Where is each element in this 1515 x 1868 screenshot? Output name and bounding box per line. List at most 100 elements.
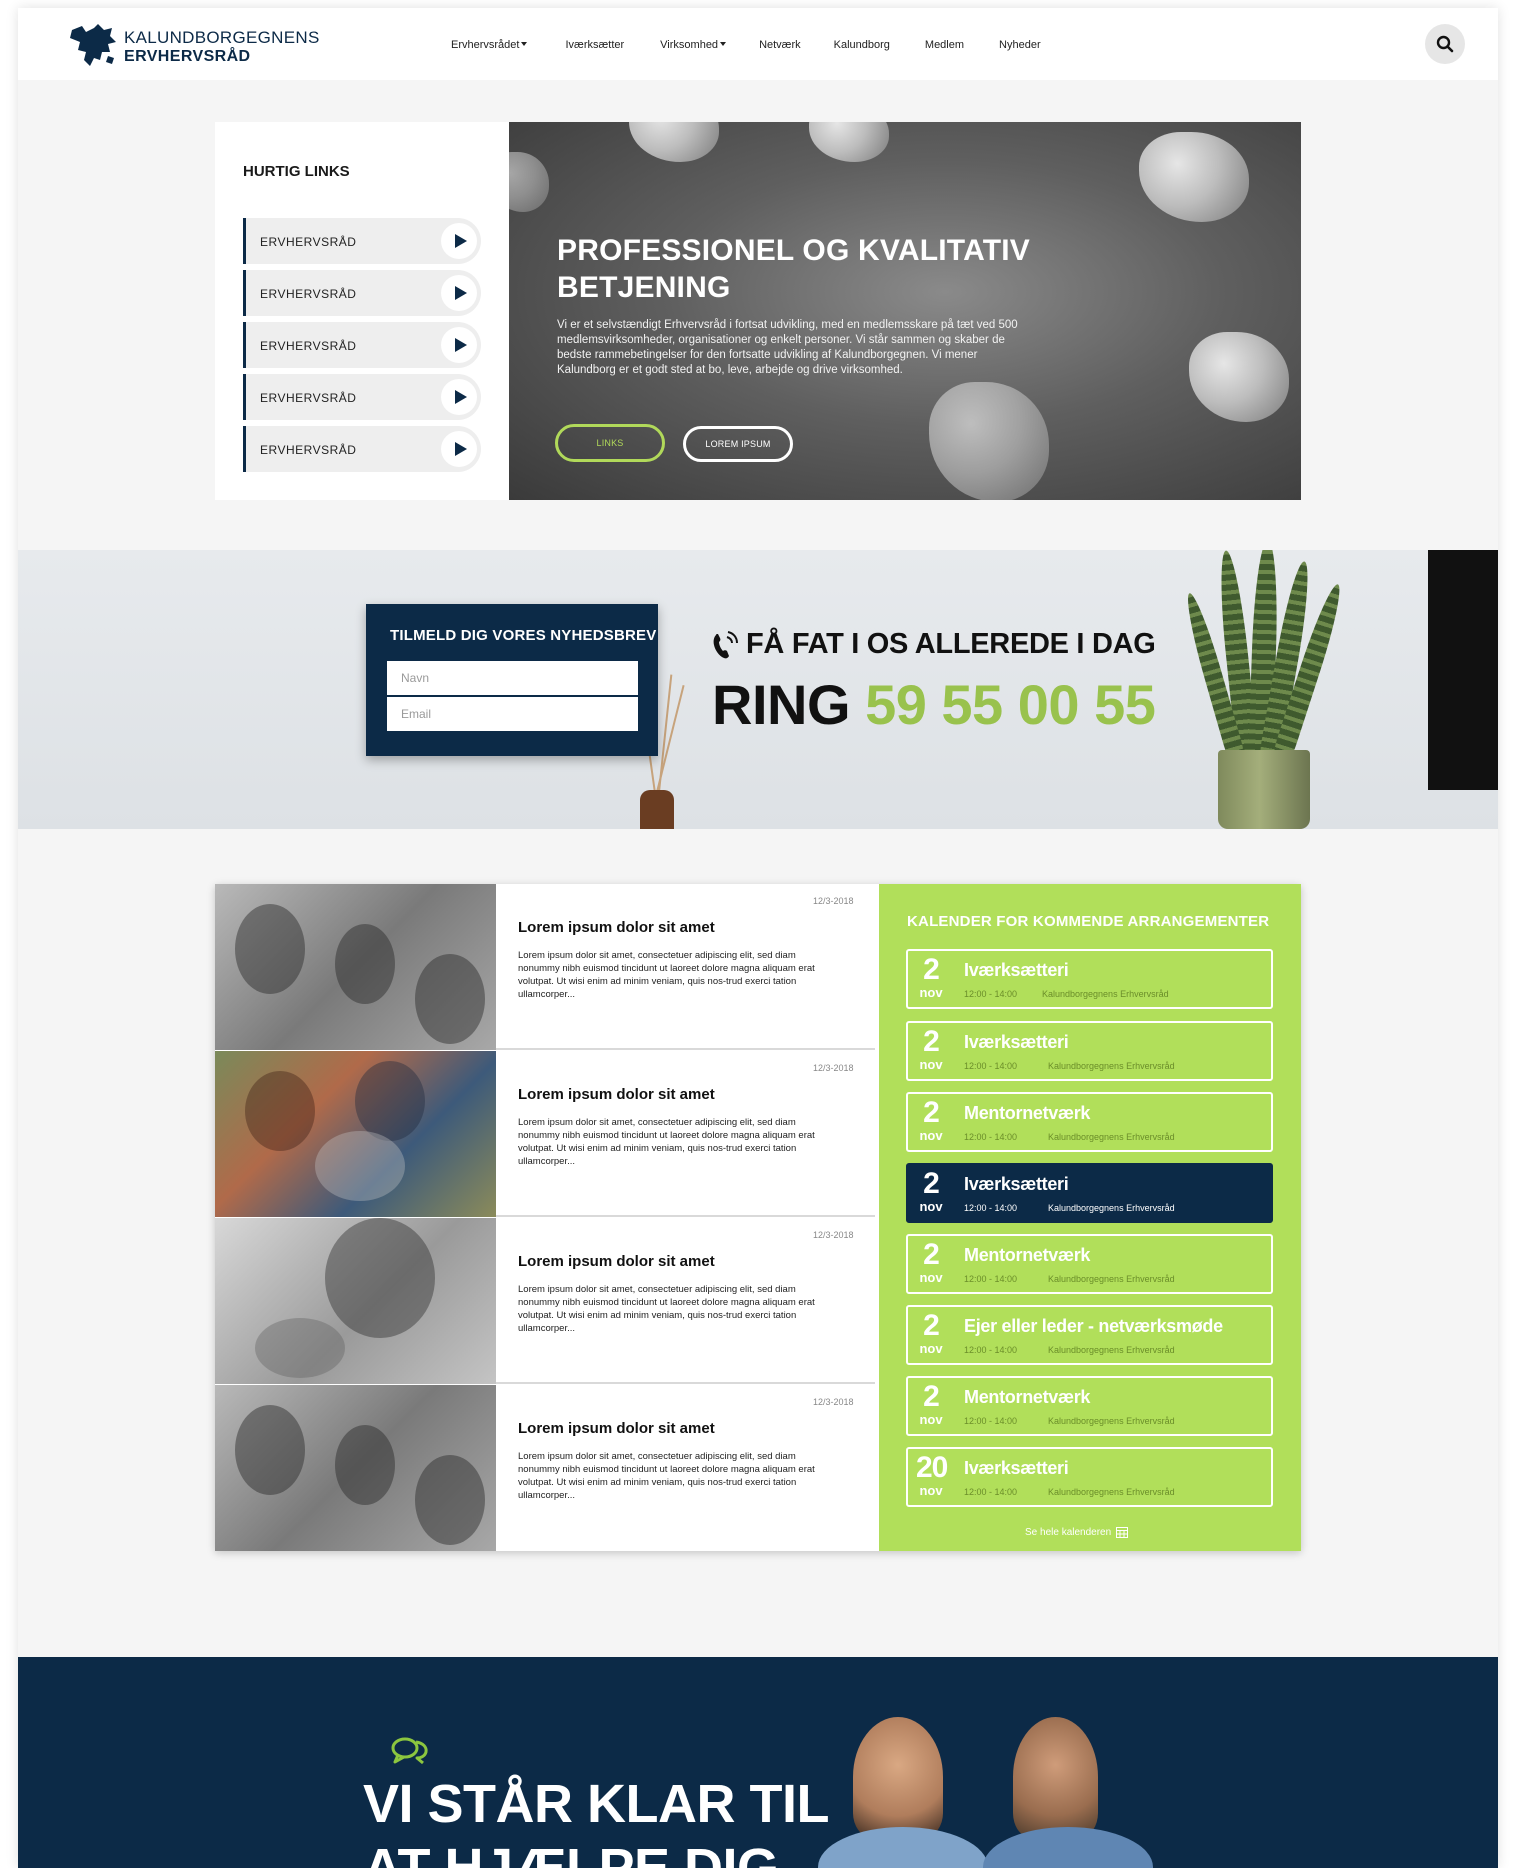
event-day: 2 [923, 1167, 940, 1200]
quick-link-label: ERVHERVSRÅD [260, 287, 357, 301]
calendar-event[interactable]: 2 nov Iværksætteri 12:00 - 14:00 Kalundb… [906, 1021, 1273, 1081]
event-month: nov [919, 1057, 943, 1072]
event-time: 12:00 - 14:00 [964, 1416, 1018, 1426]
calendar-event[interactable]: 2 nov Iværksætteri 12:00 - 14:00 Kalundb… [906, 949, 1273, 1009]
news-item[interactable]: 12/3-2018 Lorem ipsum dolor sit amet Lor… [215, 1051, 875, 1217]
event-day: 2 [923, 1096, 940, 1129]
phone-number[interactable]: RING 59 55 00 55 [712, 672, 1156, 737]
quick-link-item[interactable]: ERVHERVSRÅD [243, 218, 481, 264]
quick-link-item[interactable]: ERVHERVSRÅD [243, 270, 481, 316]
event-name: Iværksætteri [964, 1174, 1069, 1194]
main-nav: Ervhervsrådet Iværksætter Virksomhed Net… [451, 39, 1041, 51]
nav-item-medlem[interactable]: Medlem [925, 39, 964, 51]
event-organizer: Kalundborgegnens Erhvervsråd [1048, 1416, 1175, 1426]
event-day: 20 [916, 1451, 948, 1484]
event-organizer: Kalundborgegnens Erhvervsråd [1048, 1345, 1175, 1355]
quick-links-title: HURTIG LINKS [243, 163, 350, 180]
nav-item-nyheder[interactable]: Nyheder [999, 39, 1041, 51]
news-date: 12/3-2018 [813, 896, 854, 906]
nav-item-netvaerk[interactable]: Netværk [759, 39, 801, 51]
nav-item-virksomhed[interactable]: Virksomhed [660, 39, 727, 51]
event-name: Iværksætteri [964, 1032, 1069, 1052]
see-full-calendar-link[interactable]: Se hele kalenderen [1025, 1527, 1129, 1538]
event-organizer: Kalundborgegnens Erhvervsråd [1048, 1132, 1175, 1142]
event-day: 2 [923, 1238, 940, 1271]
event-month: nov [919, 1483, 943, 1498]
event-name: Ejer eller leder - netværksmøde [964, 1316, 1223, 1336]
paper-ball-image [809, 122, 889, 162]
event-time: 12:00 - 14:00 [964, 989, 1018, 999]
search-button[interactable] [1425, 24, 1465, 64]
event-day: 2 [923, 1309, 940, 1342]
nav-item-ervhervsradet[interactable]: Ervhervsrådet [451, 39, 528, 51]
news-item[interactable]: 12/3-2018 Lorem ipsum dolor sit amet Lor… [215, 1218, 875, 1384]
calendar-event[interactable]: 2 nov Mentornetværk 12:00 - 14:00 Kalund… [906, 1234, 1273, 1294]
email-field[interactable] [387, 697, 638, 731]
logo-text-top: KALUNDBORGEGNENS [124, 28, 320, 47]
name-field[interactable] [387, 661, 638, 695]
news-image [215, 1051, 496, 1217]
news-image [215, 1218, 496, 1384]
event-organizer: Kalundborgegnens Erhvervsråd [1048, 1061, 1175, 1071]
chevron-down-icon [720, 42, 727, 46]
ring-label: RING [712, 673, 851, 736]
dark-wall-image [1428, 550, 1498, 790]
event-month: nov [919, 1341, 943, 1356]
lorem-ipsum-button[interactable]: LOREM IPSUM [683, 426, 793, 462]
hero-title: PROFESSIONEL OG KVALITATIV BETJENING [557, 234, 1031, 304]
nav-item-kalundborg[interactable]: Kalundborg [834, 39, 890, 51]
event-month: nov [919, 1128, 943, 1143]
news-date: 12/3-2018 [813, 1230, 854, 1240]
contact-band: TILMELD DIG VORES NYHEDSBREV FÅ FAT I OS… [18, 550, 1498, 829]
calendar-event-active[interactable]: 2 nov Iværksætteri 12:00 - 14:00 Kalundb… [906, 1163, 1273, 1223]
news-item[interactable]: 12/3-2018 Lorem ipsum dolor sit amet Lor… [215, 1385, 875, 1551]
play-arrow-icon [441, 379, 477, 415]
quick-link-label: ERVHERVSRÅD [260, 391, 357, 405]
links-button[interactable]: LINKS [555, 424, 665, 462]
calendar-event[interactable]: 2 nov Mentornetværk 12:00 - 14:00 Kalund… [906, 1376, 1273, 1436]
news-excerpt: Lorem ipsum dolor sit amet, consectetuer… [518, 1451, 815, 1501]
event-month: nov [919, 1412, 943, 1427]
quick-link-item[interactable]: ERVHERVSRÅD [243, 426, 481, 472]
cta-line: FÅ FAT I OS ALLEREDE I DAG [746, 628, 1156, 660]
phone-digits: 59 55 00 55 [865, 673, 1156, 736]
nav-item-ivaerksaetter[interactable]: Iværksætter [565, 39, 624, 51]
quick-links-panel: HURTIG LINKS ERVHERVSRÅD ERVHERVSRÅD ERV… [215, 122, 509, 500]
quick-link-label: ERVHERVSRÅD [260, 235, 357, 249]
event-month: nov [919, 1199, 943, 1214]
event-name: Iværksætteri [964, 1458, 1069, 1478]
play-arrow-icon [441, 275, 477, 311]
page-frame: KALUNDBORGEGNENS ERVHERVSRÅD Ervhervsråd… [18, 8, 1498, 1868]
event-day: 2 [923, 953, 940, 986]
events-calendar: KALENDER FOR KOMMENDE ARRANGEMENTER 2 no… [879, 884, 1301, 1551]
news-date: 12/3-2018 [813, 1397, 854, 1407]
event-name: Mentornetværk [964, 1387, 1091, 1407]
news-item[interactable]: 12/3-2018 Lorem ipsum dolor sit amet Lor… [215, 884, 875, 1050]
news-excerpt: Lorem ipsum dolor sit amet, consectetuer… [518, 1284, 815, 1334]
play-arrow-icon [441, 431, 477, 467]
event-time: 12:00 - 14:00 [964, 1487, 1018, 1497]
quick-link-item[interactable]: ERVHERVSRÅD [243, 374, 481, 420]
logo-text-bottom: ERVHERVSRÅD [124, 48, 251, 65]
calendar-event[interactable]: 2 nov Ejer eller leder - netværksmøde 12… [906, 1305, 1273, 1365]
paper-ball-image [929, 382, 1049, 500]
chat-bubbles-icon [391, 1737, 428, 1765]
news-image [215, 1385, 496, 1551]
news-title: Lorem ipsum dolor sit amet [518, 1253, 715, 1270]
logo-map-icon [70, 24, 116, 66]
paper-ball-image [509, 152, 549, 212]
paper-ball-image [1189, 332, 1289, 422]
quick-link-item[interactable]: ERVHERVSRÅD [243, 322, 481, 368]
site-logo[interactable]: KALUNDBORGEGNENS ERVHERVSRÅD [68, 22, 328, 70]
cta-heading: FÅ FAT I OS ALLEREDE I DAG [710, 628, 1156, 661]
calendar-event[interactable]: 20 nov Iværksætteri 12:00 - 14:00 Kalund… [906, 1447, 1273, 1507]
plant-pot-image [1218, 750, 1310, 829]
event-name: Mentornetværk [964, 1103, 1091, 1123]
news-excerpt: Lorem ipsum dolor sit amet, consectetuer… [518, 950, 815, 1000]
newsletter-form: TILMELD DIG VORES NYHEDSBREV [366, 604, 658, 756]
news-image [215, 884, 496, 1050]
calendar-event[interactable]: 2 nov Mentornetværk 12:00 - 14:00 Kalund… [906, 1092, 1273, 1152]
play-arrow-icon [441, 327, 477, 363]
event-day: 2 [923, 1380, 940, 1413]
event-name: Iværksætteri [964, 960, 1069, 980]
